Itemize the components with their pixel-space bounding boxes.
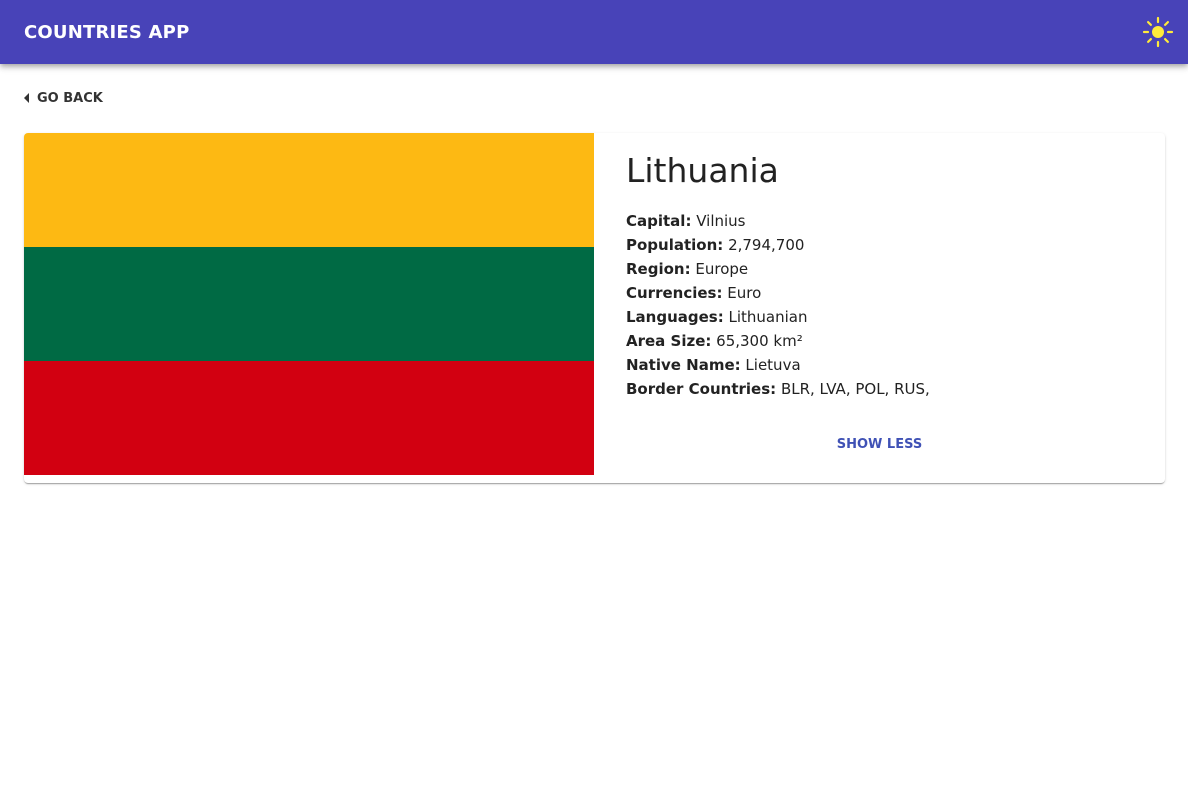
caret-left-icon: [24, 93, 29, 103]
sun-icon: [1142, 16, 1174, 48]
app-title: COUNTRIES APP: [24, 21, 190, 43]
theme-toggle-button[interactable]: [1138, 12, 1178, 52]
country-flag: [24, 133, 594, 475]
show-less-button[interactable]: SHOW LESS: [594, 437, 1165, 452]
currencies-label: Currencies:: [626, 284, 723, 302]
country-card: Lithuania Capital: Vilnius Population: 2…: [24, 133, 1165, 483]
area-size-label: Area Size:: [626, 332, 712, 350]
native-name-value: Lietuva: [745, 356, 801, 374]
flag-stripe-green: [24, 247, 594, 361]
region-row: Region: Europe: [626, 257, 1133, 281]
go-back-label: GO BACK: [37, 90, 103, 106]
languages-label: Languages:: [626, 308, 724, 326]
native-name-row: Native Name: Lietuva: [626, 353, 1133, 377]
region-label: Region:: [626, 260, 691, 278]
area-size-value: 65,300 km²: [716, 332, 803, 350]
border-countries-row: Border Countries: BLR, LVA, POL, RUS,: [626, 377, 1133, 401]
country-name: Lithuania: [626, 151, 779, 190]
flag-stripe-yellow: [24, 133, 594, 247]
border-countries-label: Border Countries:: [626, 380, 777, 398]
languages-value: Lithuanian: [728, 308, 808, 326]
border-countries-value: BLR, LVA, POL, RUS,: [780, 380, 930, 398]
country-details: Lithuania Capital: Vilnius Population: 2…: [594, 133, 1165, 483]
go-back-button[interactable]: GO BACK: [20, 86, 107, 110]
area-size-row: Area Size: 65,300 km²: [626, 329, 1133, 353]
flag-stripe-red: [24, 361, 594, 475]
population-row: Population: 2,794,700: [626, 233, 1133, 257]
region-value: Europe: [695, 260, 749, 278]
capital-value: Vilnius: [696, 212, 746, 230]
capital-row: Capital: Vilnius: [626, 209, 1133, 233]
currencies-row: Currencies: Euro: [626, 281, 1133, 305]
app-bar: COUNTRIES APP: [0, 0, 1188, 64]
population-value: 2,794,700: [728, 236, 805, 254]
capital-label: Capital:: [626, 212, 692, 230]
native-name-label: Native Name:: [626, 356, 741, 374]
currencies-value: Euro: [727, 284, 762, 302]
languages-row: Languages: Lithuanian: [626, 305, 1133, 329]
population-label: Population:: [626, 236, 724, 254]
